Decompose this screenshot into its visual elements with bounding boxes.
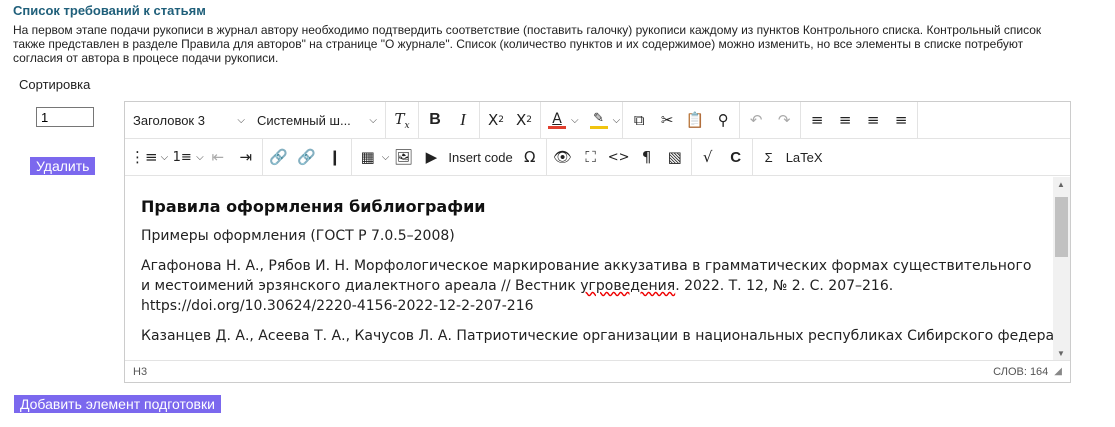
sqrt-icon[interactable]: √: [694, 143, 722, 171]
font-family-dropdown[interactable]: Системный ш... ⌵: [251, 106, 383, 134]
font-family-label: Системный ш...: [257, 112, 351, 128]
fullscreen-icon[interactable]: ⛶: [577, 143, 605, 171]
link-icon[interactable]: 🔗: [265, 143, 293, 171]
scrollbar-thumb[interactable]: [1055, 197, 1068, 257]
toolbar-row-1: Заголовок 3 ⌵ Системный ш... ⌵ Tx B I X2…: [125, 101, 1070, 139]
undo-icon[interactable]: ↶: [742, 106, 770, 134]
section-title: Список требований к статьям: [13, 3, 206, 18]
media-icon[interactable]: ▶: [417, 143, 445, 171]
chevron-down-icon[interactable]: ⌵: [571, 115, 579, 126]
content-paragraph-3: Казанцев Д. А., Асеева Т. А., Качусов Л.…: [141, 328, 1070, 344]
chevron-down-icon: ⌵: [237, 114, 245, 126]
content-heading: Правила оформления библиографии: [141, 197, 486, 216]
list-group: ⋮≡ ⌵ 1≡ ⌵ ⇤ ⇥: [125, 138, 263, 176]
section-description: На первом этапе подачи рукописи в журнал…: [13, 23, 1042, 65]
word-count: СЛОВ: 164: [993, 365, 1049, 378]
align-justify-icon[interactable]: ≡: [887, 106, 915, 134]
subscript-icon[interactable]: X2: [482, 106, 510, 134]
chevron-down-icon[interactable]: ⌵: [196, 152, 204, 163]
show-blocks-icon[interactable]: ¶: [633, 143, 661, 171]
align-group: ≡ ≡ ≡ ≡: [801, 101, 919, 139]
highlight-color-swatch: [589, 125, 608, 129]
chevron-down-icon[interactable]: ⌵: [161, 152, 169, 163]
insert-code-button[interactable]: Insert code: [445, 143, 515, 171]
sort-label: Сортировка: [19, 77, 91, 92]
scroll-down-icon[interactable]: ▼: [1057, 349, 1065, 358]
bold-icon[interactable]: B: [421, 106, 449, 134]
superscript-icon[interactable]: X2: [510, 106, 538, 134]
cut-icon[interactable]: ✂: [653, 106, 681, 134]
editor-content[interactable]: Правила оформления библиографии Примеры …: [125, 177, 1070, 361]
content-paragraph-2: Агафонова Н. А., Рябов И. Н. Морфологиче…: [141, 256, 1041, 316]
formula-group: Σ LaTeX: [753, 139, 828, 176]
block-format-label: Заголовок 3: [133, 112, 205, 128]
source-code-icon[interactable]: <>: [605, 143, 633, 171]
preview-icon[interactable]: 👁: [549, 143, 577, 171]
table-icon[interactable]: ▦: [354, 143, 382, 171]
format-group: Заголовок 3 ⌵ Системный ш... ⌵: [125, 101, 386, 139]
paste-icon[interactable]: 📋: [681, 106, 709, 134]
text-color-icon[interactable]: A: [543, 106, 571, 134]
clipboard-group: ⧉ ✂ 📋 ⚲: [623, 101, 741, 139]
toolbar-row-2: ⋮≡ ⌵ 1≡ ⌵ ⇤ ⇥ 🔗 🔗 ❙ ▦ ⌵ 🖼 ▶ Insert code …: [125, 138, 1070, 176]
sigma-button[interactable]: Σ: [755, 143, 783, 171]
link-group: 🔗 🔗 ❙: [263, 138, 352, 176]
numbered-list-icon[interactable]: 1≡: [168, 143, 196, 171]
color-group: A ⌵ ✎ ⌵: [541, 101, 624, 139]
scroll-up-icon[interactable]: ▲: [1057, 180, 1065, 189]
unlink-icon[interactable]: 🔗: [293, 143, 321, 171]
editor-scrollbar[interactable]: ▲ ▼: [1053, 177, 1070, 361]
math-group: √ C: [692, 138, 753, 176]
chevron-down-icon[interactable]: ⌵: [613, 115, 621, 126]
rich-text-editor: Заголовок 3 ⌵ Системный ш... ⌵ Tx B I X2…: [124, 101, 1071, 383]
clear-group: Tx: [386, 101, 419, 139]
align-right-icon[interactable]: ≡: [859, 106, 887, 134]
script-group: X2 X2: [480, 101, 541, 139]
visual-blocks-icon[interactable]: ▧: [661, 143, 689, 171]
latex-button[interactable]: LaTeX: [783, 143, 826, 171]
block-format-dropdown[interactable]: Заголовок 3 ⌵: [127, 106, 251, 134]
image-icon[interactable]: 🖼: [389, 143, 417, 171]
chem-icon[interactable]: C: [722, 143, 750, 171]
editor-statusbar: H3 СЛОВ: 164 ◢: [125, 360, 1070, 382]
element-path[interactable]: H3: [133, 366, 147, 378]
align-left-icon[interactable]: ≡: [803, 106, 831, 134]
highlight-color-icon[interactable]: ✎: [585, 106, 613, 134]
resize-handle-icon[interactable]: ◢: [1054, 366, 1062, 377]
bullet-list-icon[interactable]: ⋮≡: [127, 143, 161, 171]
misspelled-word: угроведения: [580, 278, 676, 294]
delete-button[interactable]: Удалить: [30, 157, 96, 175]
copy-icon[interactable]: ⧉: [625, 106, 653, 134]
bookmark-icon[interactable]: ❙: [321, 143, 349, 171]
clear-formatting-icon[interactable]: Tx: [388, 106, 416, 134]
search-icon[interactable]: ⚲: [709, 106, 737, 134]
align-center-icon[interactable]: ≡: [831, 106, 859, 134]
outdent-icon[interactable]: ⇤: [204, 143, 232, 171]
redo-icon[interactable]: ↷: [770, 106, 798, 134]
italic-icon[interactable]: I: [449, 106, 477, 134]
chevron-down-icon: ⌵: [369, 114, 377, 126]
history-group: ↶ ↷: [740, 101, 802, 139]
content-paragraph-1: Примеры оформления (ГОСТ Р 7.0.5–2008): [141, 228, 455, 244]
text-color-swatch: [548, 125, 566, 129]
indent-icon[interactable]: ⇥: [232, 143, 260, 171]
insert-group: ▦ ⌵ 🖼 ▶ Insert code Ω: [352, 138, 547, 176]
sort-input[interactable]: [36, 107, 94, 127]
chevron-down-icon[interactable]: ⌵: [382, 152, 390, 163]
text-style-group: B I: [419, 101, 480, 139]
special-char-icon[interactable]: Ω: [516, 143, 544, 171]
add-item-button[interactable]: Добавить элемент подготовки: [14, 395, 221, 413]
view-group: 👁 ⛶ <> ¶ ▧: [547, 138, 692, 176]
